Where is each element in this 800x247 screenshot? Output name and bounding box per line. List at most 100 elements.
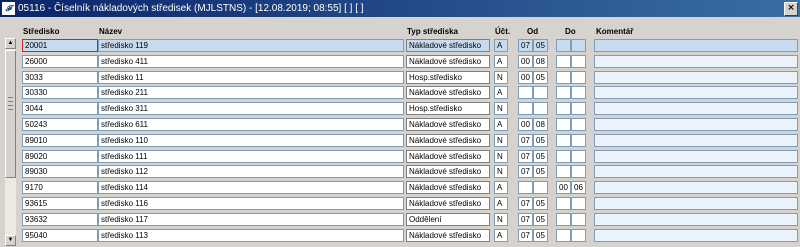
typ-field[interactable]: Nákladové středisko <box>406 228 490 242</box>
do-minute-field[interactable] <box>571 212 586 226</box>
do-hour-field[interactable] <box>556 86 571 100</box>
nazev-field[interactable]: středisko 113 <box>98 228 404 242</box>
uct-field[interactable]: A <box>494 118 508 131</box>
uct-field[interactable]: N <box>494 133 508 147</box>
do-minute-field[interactable] <box>571 39 586 52</box>
do-hour-field[interactable] <box>556 118 571 131</box>
do-hour-field[interactable] <box>556 70 571 84</box>
komentar-field[interactable] <box>594 86 798 100</box>
typ-field[interactable]: Nákladové středisko <box>406 165 490 179</box>
stredisko-field[interactable]: 89020 <box>22 149 98 163</box>
od-minute-field[interactable]: 05 <box>533 197 548 210</box>
komentar-field[interactable] <box>594 197 798 210</box>
uct-field[interactable]: A <box>494 228 508 242</box>
komentar-field[interactable] <box>594 54 798 68</box>
nazev-field[interactable]: středisko 211 <box>98 86 404 100</box>
od-hour-field[interactable] <box>518 181 533 195</box>
stredisko-field[interactable]: 20001 <box>22 39 98 52</box>
od-hour-field[interactable]: 00 <box>518 70 533 84</box>
od-hour-field[interactable]: 07 <box>518 228 533 242</box>
uct-field[interactable]: A <box>494 197 508 210</box>
do-minute-field[interactable] <box>571 86 586 100</box>
typ-field[interactable]: Nákladové středisko <box>406 86 490 100</box>
nazev-field[interactable]: středisko 119 <box>98 39 404 52</box>
nazev-field[interactable]: středisko 114 <box>98 181 404 195</box>
od-hour-field[interactable]: 07 <box>518 149 533 163</box>
do-minute-field[interactable] <box>571 133 586 147</box>
typ-field[interactable]: Hosp.středisko <box>406 70 490 84</box>
nazev-field[interactable]: středisko 117 <box>98 212 404 226</box>
uct-field[interactable]: N <box>494 212 508 226</box>
stredisko-field[interactable]: 50243 <box>22 118 98 131</box>
uct-field[interactable]: N <box>494 70 508 84</box>
od-minute-field[interactable]: 05 <box>533 149 548 163</box>
nazev-field[interactable]: středisko 411 <box>98 54 404 68</box>
komentar-field[interactable] <box>594 39 798 52</box>
do-hour-field[interactable] <box>556 133 571 147</box>
typ-field[interactable]: Hosp.středisko <box>406 102 490 116</box>
vertical-scrollbar[interactable]: ▲ ▼ <box>5 38 16 246</box>
do-hour-field[interactable] <box>556 228 571 242</box>
typ-field[interactable]: Nákladové středisko <box>406 149 490 163</box>
do-hour-field[interactable] <box>556 39 571 52</box>
od-minute-field[interactable]: 05 <box>533 133 548 147</box>
do-hour-field[interactable] <box>556 197 571 210</box>
od-hour-field[interactable]: 07 <box>518 133 533 147</box>
typ-field[interactable]: Nákladové středisko <box>406 118 490 131</box>
komentar-field[interactable] <box>594 165 798 179</box>
typ-field[interactable]: Nákladové středisko <box>406 197 490 210</box>
od-minute-field[interactable]: 08 <box>533 54 548 68</box>
od-hour-field[interactable]: 07 <box>518 197 533 210</box>
nazev-field[interactable]: středisko 611 <box>98 118 404 131</box>
typ-field[interactable]: Nákladové středisko <box>406 54 490 68</box>
nazev-field[interactable]: středisko 11 <box>98 70 404 84</box>
komentar-field[interactable] <box>594 181 798 195</box>
stredisko-field[interactable]: 93615 <box>22 197 98 210</box>
uct-field[interactable]: A <box>494 54 508 68</box>
od-hour-field[interactable] <box>518 86 533 100</box>
od-minute-field[interactable] <box>533 86 548 100</box>
od-hour-field[interactable]: 00 <box>518 54 533 68</box>
od-minute-field[interactable] <box>533 102 548 116</box>
komentar-field[interactable] <box>594 228 798 242</box>
do-minute-field[interactable] <box>571 70 586 84</box>
od-minute-field[interactable]: 05 <box>533 228 548 242</box>
komentar-field[interactable] <box>594 70 798 84</box>
komentar-field[interactable] <box>594 212 798 226</box>
nazev-field[interactable]: středisko 311 <box>98 102 404 116</box>
stredisko-field[interactable]: 95040 <box>22 228 98 242</box>
od-hour-field[interactable]: 07 <box>518 212 533 226</box>
uct-field[interactable]: A <box>494 39 508 52</box>
nazev-field[interactable]: středisko 112 <box>98 165 404 179</box>
stredisko-field[interactable]: 89030 <box>22 165 98 179</box>
od-hour-field[interactable]: 00 <box>518 118 533 131</box>
komentar-field[interactable] <box>594 102 798 116</box>
komentar-field[interactable] <box>594 133 798 147</box>
uct-field[interactable]: A <box>494 181 508 195</box>
do-minute-field[interactable] <box>571 54 586 68</box>
typ-field[interactable]: Oddělení <box>406 212 490 226</box>
do-hour-field[interactable] <box>556 149 571 163</box>
od-hour-field[interactable]: 07 <box>518 39 533 52</box>
od-minute-field[interactable] <box>533 181 548 195</box>
stredisko-field[interactable]: 30330 <box>22 86 98 100</box>
uct-field[interactable]: A <box>494 86 508 100</box>
od-minute-field[interactable]: 05 <box>533 39 548 52</box>
do-minute-field[interactable] <box>571 228 586 242</box>
typ-field[interactable]: Nákladové středisko <box>406 133 490 147</box>
komentar-field[interactable] <box>594 149 798 163</box>
scroll-thumb[interactable] <box>5 50 16 178</box>
typ-field[interactable]: Nákladové středisko <box>406 181 490 195</box>
typ-field[interactable]: Nákladové středisko <box>406 39 490 52</box>
komentar-field[interactable] <box>594 118 798 131</box>
stredisko-field[interactable]: 3044 <box>22 102 98 116</box>
uct-field[interactable]: N <box>494 149 508 163</box>
od-hour-field[interactable]: 07 <box>518 165 533 179</box>
nazev-field[interactable]: středisko 116 <box>98 197 404 210</box>
stredisko-field[interactable]: 9170 <box>22 181 98 195</box>
nazev-field[interactable]: středisko 111 <box>98 149 404 163</box>
stredisko-field[interactable]: 93632 <box>22 212 98 226</box>
do-minute-field[interactable] <box>571 165 586 179</box>
od-hour-field[interactable] <box>518 102 533 116</box>
do-minute-field[interactable] <box>571 102 586 116</box>
